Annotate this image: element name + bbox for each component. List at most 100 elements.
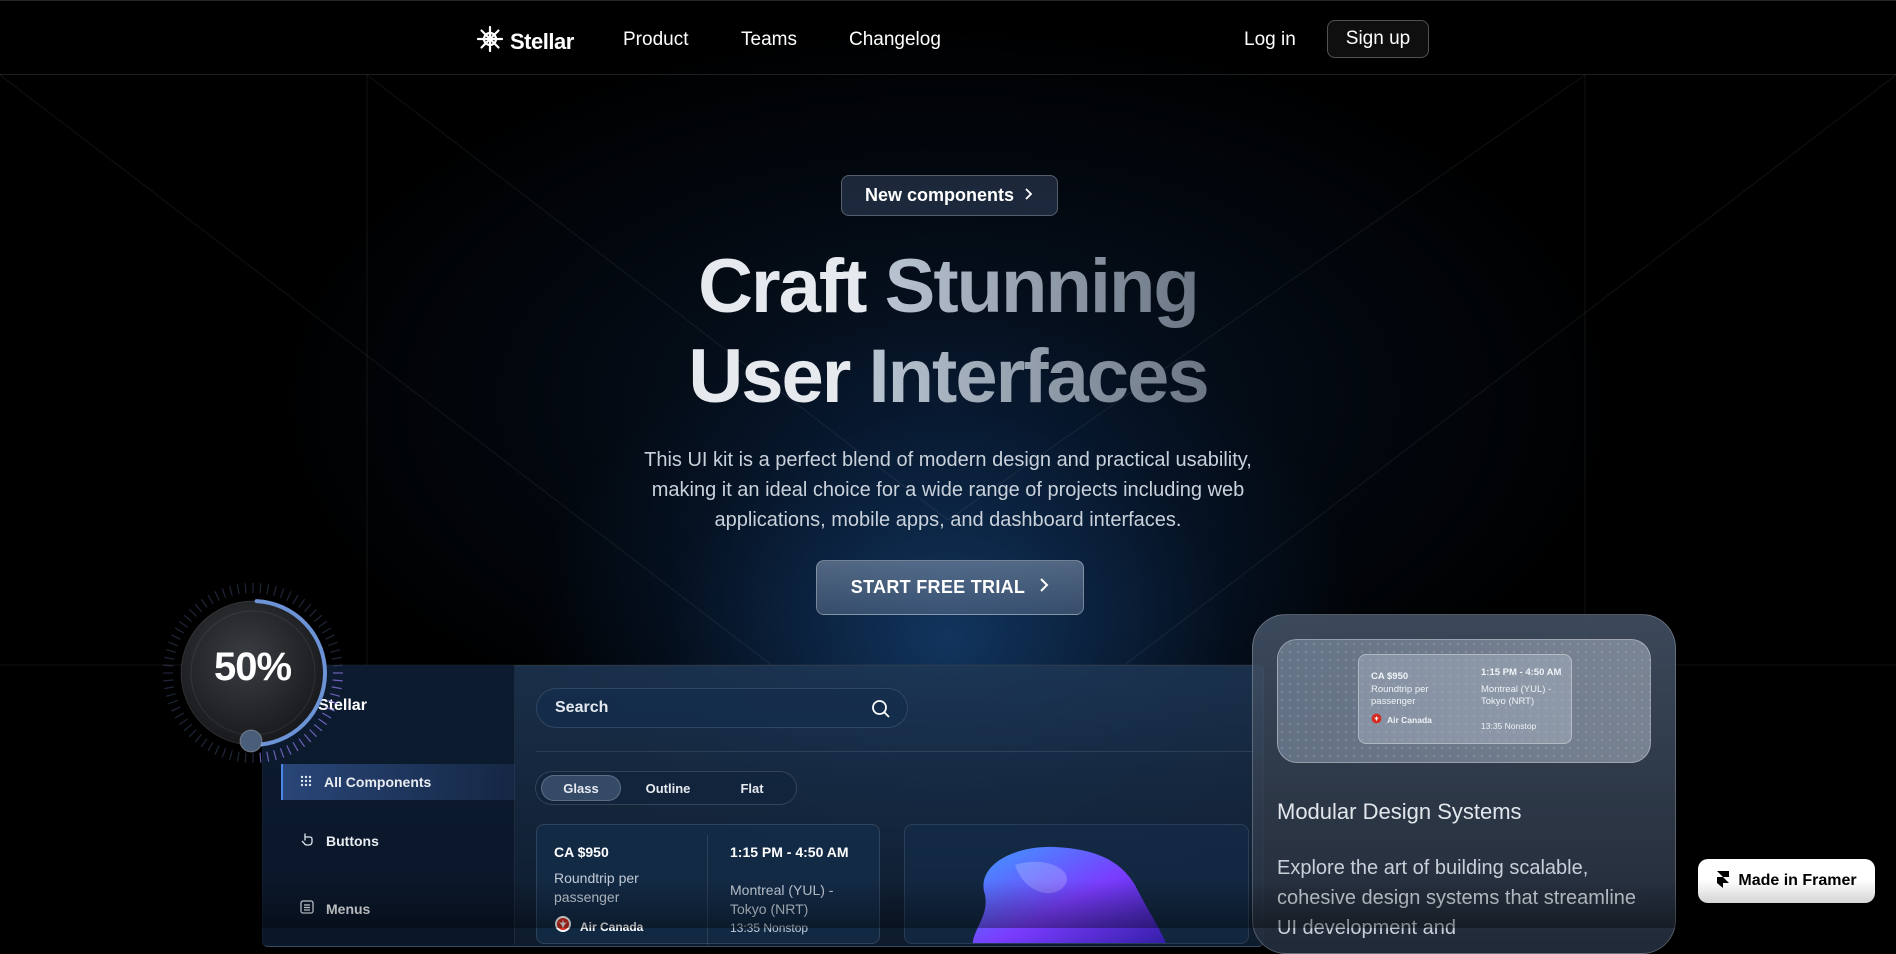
hero-subtitle: This UI kit is a perfect blend of modern… (644, 449, 1252, 531)
gauge-tick (318, 620, 328, 628)
gauge-tick (266, 584, 270, 595)
sidebar-item-all-components[interactable]: All Components (300, 774, 431, 790)
feature-card-body: Explore the art of building scalable, co… (1277, 857, 1637, 939)
grid-icon (300, 774, 312, 790)
gauge-tick (321, 627, 332, 634)
abstract-blob-image (972, 846, 1166, 943)
gauge-tick (279, 588, 285, 599)
gauge-tick (313, 614, 323, 623)
gauge-tick (165, 649, 176, 653)
gauge-tick (168, 699, 179, 705)
gauge-tick (292, 594, 299, 605)
tab-glass[interactable]: Glass (541, 775, 621, 801)
chevron-right-icon (1039, 577, 1049, 598)
airline-name: Air Canada (580, 919, 644, 934)
modular-design-card[interactable]: CA $950 Roundtrip per passenger Air Cana… (1252, 614, 1676, 954)
gauge-tick (174, 627, 185, 634)
gauge-tick (332, 679, 343, 682)
gauge-tick (303, 603, 312, 613)
mini-flight-time: 1:15 PM - 4:50 AM (1481, 667, 1562, 678)
mini-airline-name: Air Canada (1387, 715, 1432, 725)
abstract-blob-card (904, 824, 1249, 944)
nav-link-product[interactable]: Product (623, 29, 688, 51)
sidebar-item-label: All Components (324, 774, 432, 790)
dashboard-divider (536, 751, 1256, 752)
air-canada-logo-icon (554, 915, 572, 938)
gauge-tick (178, 718, 188, 726)
gauge-tick (292, 741, 299, 752)
nav-link-changelog[interactable]: Changelog (849, 29, 941, 51)
mini-flight-route: Montreal (YUL) - Tokyo (NRT) (1481, 684, 1552, 707)
list-icon (300, 900, 314, 917)
gauge-tick (266, 751, 270, 762)
pointer-hand-icon (300, 832, 314, 849)
mini-price: CA $950 (1371, 671, 1409, 682)
top-navbar: Stellar Product Teams Changelog Log in S… (0, 0, 1896, 75)
gauge-tick (244, 752, 247, 763)
gauge-tick (286, 745, 292, 755)
gauge-tick (327, 641, 338, 647)
gauge-tick (171, 706, 181, 712)
gauge-value-label: 50% (214, 645, 292, 689)
gauge-tick (273, 585, 277, 596)
gauge-tick (236, 751, 240, 762)
framer-badge-label: Made in Framer (1738, 872, 1857, 889)
sidebar-item-label: Menus (326, 900, 371, 917)
hero-title-word-craft: Craft (698, 244, 867, 329)
sidebar-item-menus[interactable]: Menus (300, 900, 370, 917)
gauge-tick (298, 598, 306, 608)
airline-row: Air Canada (554, 915, 643, 938)
gauge-tick (163, 679, 174, 682)
gauge-tick (330, 649, 341, 653)
gauge-tick (183, 614, 193, 623)
gauge-tick (259, 752, 262, 763)
gauge-tick (313, 723, 323, 732)
tab-flat[interactable]: Flat (712, 775, 792, 801)
flight-card[interactable]: CA $950 Roundtrip per passenger Air Cana… (536, 824, 880, 945)
gauge-tick (318, 718, 328, 726)
gauge-tick (325, 706, 335, 712)
search-input[interactable]: Search (536, 688, 908, 728)
signup-label: Sign up (1345, 28, 1411, 49)
mini-flight-duration: 13:35 Nonstop (1481, 721, 1537, 731)
new-components-pill[interactable]: New components (841, 175, 1058, 216)
gauge-tick (229, 750, 233, 761)
nav-link-teams[interactable]: Teams (741, 29, 797, 51)
gauge-tick (174, 712, 185, 719)
gauge-tick (163, 664, 174, 667)
start-free-trial-button[interactable]: START FREE TRIAL (816, 560, 1084, 615)
fare-note: Roundtrip per passenger (554, 870, 639, 905)
gauge-tick (165, 693, 176, 697)
gauge-tick (325, 634, 335, 640)
gauge-tick (164, 656, 175, 660)
made-in-framer-badge[interactable]: Made in Framer (1698, 859, 1875, 903)
gauge-tick (229, 585, 233, 596)
gauge-tick (309, 608, 318, 617)
tab-outline[interactable]: Outline (628, 775, 708, 801)
framer-logo-icon (1716, 870, 1730, 893)
search-icon (871, 699, 891, 724)
gauge-tick (273, 750, 277, 761)
gauge-tick (327, 699, 338, 705)
gauge-tick (303, 733, 312, 743)
gauge-tick (286, 591, 292, 601)
gauge-tick (298, 738, 306, 748)
gauge-tick (188, 608, 197, 617)
gauge-tick (221, 588, 227, 599)
sidebar-item-buttons[interactable]: Buttons (300, 832, 379, 849)
gauge-tick (236, 584, 240, 595)
login-link[interactable]: Log in (1244, 29, 1296, 51)
gauge-tick (164, 686, 175, 690)
pill-label: New components (864, 185, 1015, 205)
signup-button[interactable]: Sign up (1327, 20, 1429, 58)
chevron-right-icon (1024, 185, 1034, 206)
card-preview: CA $950 Roundtrip per passenger Air Cana… (1277, 639, 1651, 763)
gauge-tick (331, 656, 342, 660)
hero-title-word-interfaces: Interfaces (868, 334, 1210, 419)
mini-airline-row: Air Canada (1371, 711, 1432, 729)
stellar-logo-icon (476, 25, 504, 58)
air-canada-logo-icon (1371, 711, 1382, 729)
style-tabs: Glass Outline Flat (535, 771, 797, 805)
gauge-tick (321, 712, 332, 719)
brand-logo[interactable]: Stellar (476, 25, 574, 58)
